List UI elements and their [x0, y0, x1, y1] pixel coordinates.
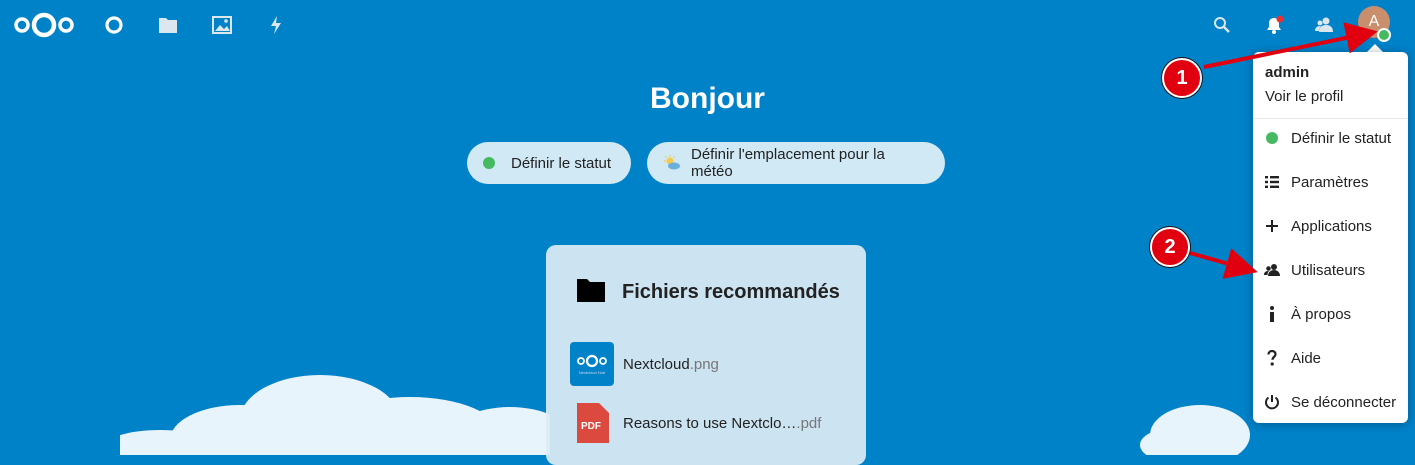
annotation-badge-2: 2 — [1150, 227, 1190, 267]
annotation-arrows — [1189, 22, 1378, 279]
arrow-to-users — [1189, 248, 1258, 279]
annotation-badge-1: 1 — [1162, 58, 1202, 98]
arrow-to-avatar — [1203, 22, 1378, 69]
